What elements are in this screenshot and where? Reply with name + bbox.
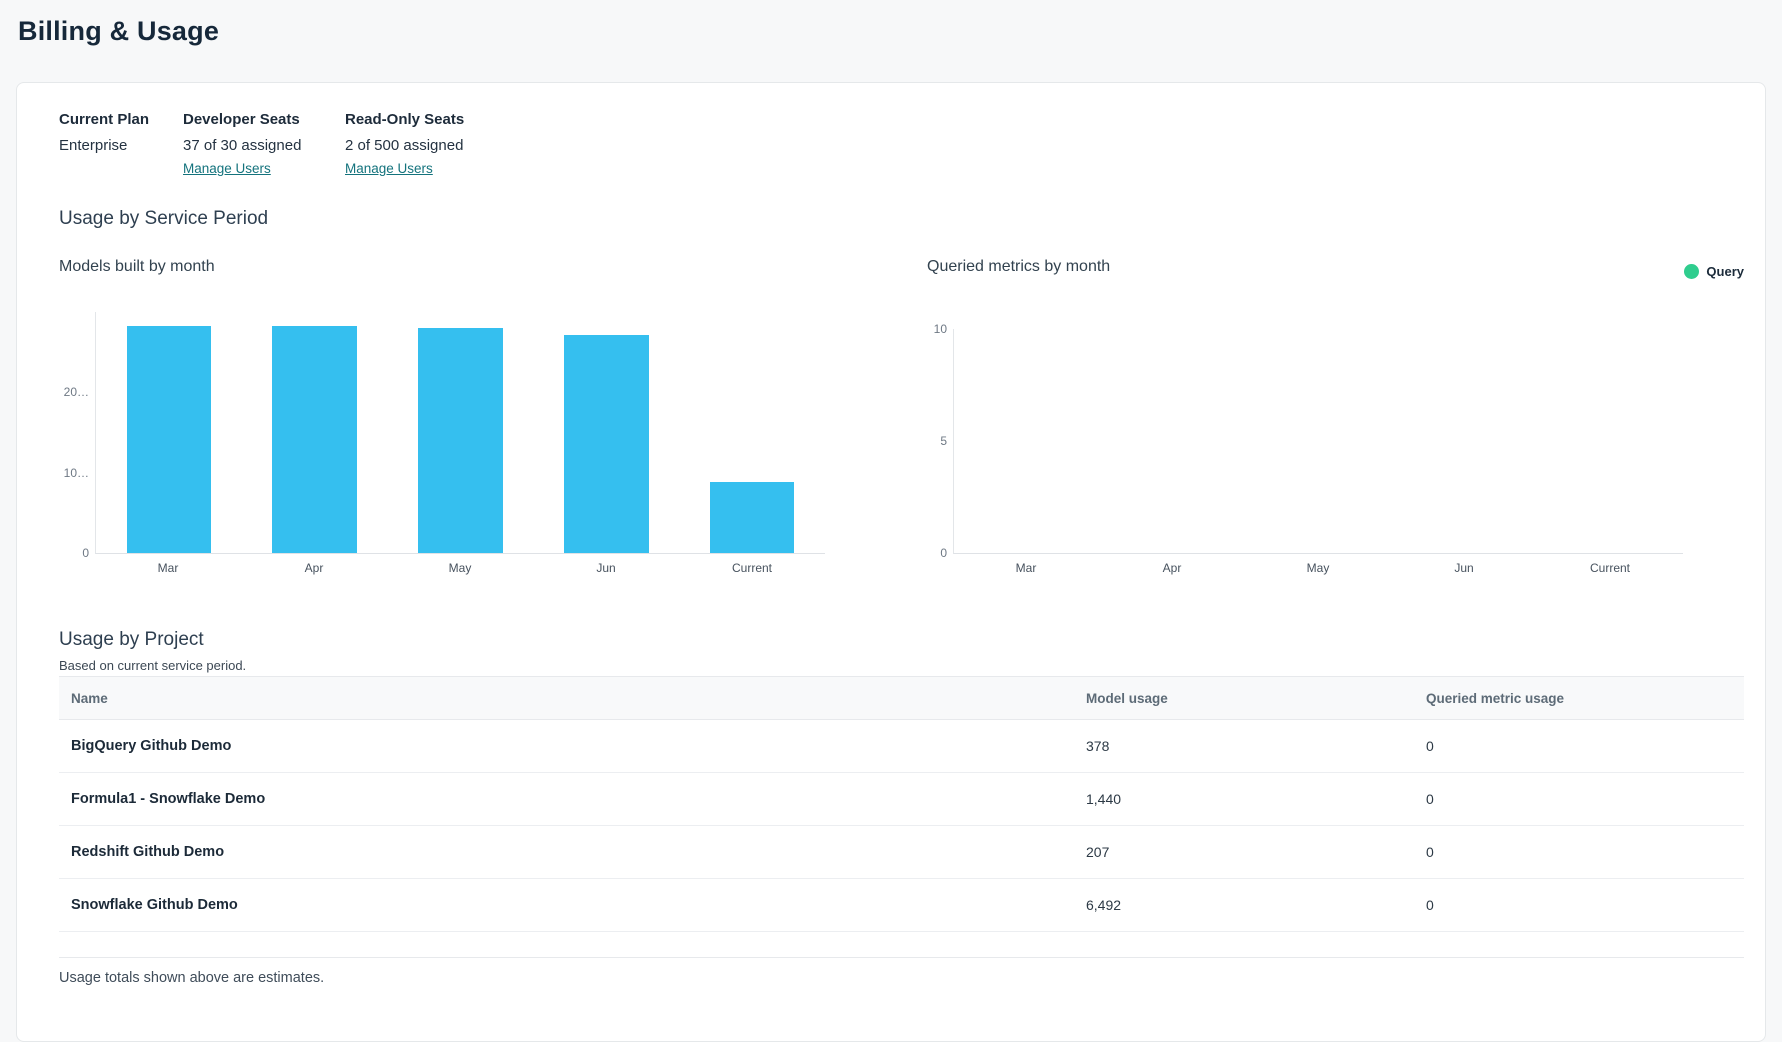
y-axis-tick-label: 10… [64, 466, 89, 480]
table-row: Redshift Github Demo2070 [59, 826, 1744, 879]
page-title: Billing & Usage [18, 16, 1782, 47]
queried-metric-usage-cell: 0 [1414, 844, 1744, 860]
bar-slot [954, 329, 1100, 553]
bar [564, 335, 649, 554]
x-axis-tick-label: May [387, 561, 533, 575]
table-row: Formula1 - Snowflake Demo1,4400 [59, 773, 1744, 826]
table-header-row: NameModel usageQueried metric usage [59, 677, 1744, 720]
usage-by-project-section: Usage by Project Based on current servic… [59, 629, 1744, 986]
usage-by-project-subheading: Based on current service period. [59, 658, 1744, 673]
models-built-chart: Models built by month 010…20… MarAprMayJ… [59, 258, 885, 575]
y-axis-tick-label: 0 [82, 546, 89, 560]
chart-legend: Query [1684, 264, 1744, 284]
y-axis-tick-label: 5 [940, 434, 947, 448]
y-axis-tick-label: 10 [934, 322, 947, 336]
bar-slot [1246, 329, 1392, 553]
bar-slot [1100, 329, 1246, 553]
project-name-cell: Formula1 - Snowflake Demo [59, 791, 1074, 807]
models-built-plot: 010…20… [95, 312, 825, 554]
x-axis-tick-label: Mar [95, 561, 241, 575]
queried-metrics-plot: 0510 [953, 329, 1683, 554]
bar [127, 326, 212, 553]
x-axis-tick-label: Jun [533, 561, 679, 575]
x-axis-tick-label: Apr [1099, 561, 1245, 575]
legend-label: Query [1706, 264, 1744, 279]
bar [418, 328, 503, 553]
bar [272, 326, 357, 553]
charts-row: Models built by month 010…20… MarAprMayJ… [59, 258, 1744, 575]
project-name-cell: BigQuery Github Demo [59, 738, 1074, 754]
queried-metrics-xaxis-labels: MarAprMayJunCurrent [953, 561, 1683, 575]
usage-by-project-heading: Usage by Project [59, 629, 1744, 651]
x-axis-tick-label: May [1245, 561, 1391, 575]
current-plan-block: Current Plan Enterprise [59, 111, 183, 178]
page-header: Billing & Usage [0, 0, 1782, 82]
legend-item-query[interactable]: Query [1684, 264, 1744, 279]
current-plan-value: Enterprise [59, 137, 183, 154]
bar-series [96, 312, 825, 553]
column-header-name: Name [59, 691, 1074, 706]
bar-slot [388, 312, 534, 553]
models-built-xaxis-labels: MarAprMayJunCurrent [95, 561, 825, 575]
project-name-cell: Snowflake Github Demo [59, 897, 1074, 913]
bar-series [954, 329, 1683, 553]
legend-dot-icon [1684, 264, 1699, 279]
usage-by-service-period-heading: Usage by Service Period [59, 208, 1744, 230]
bar-slot [1391, 329, 1537, 553]
current-plan-label: Current Plan [59, 111, 183, 128]
queried-metrics-chart-title: Queried metrics by month [927, 258, 1744, 276]
y-axis-tick-label: 0 [940, 546, 947, 560]
manage-users-link-readonly[interactable]: Manage Users [345, 161, 433, 176]
queried-metric-usage-cell: 0 [1414, 738, 1744, 754]
models-built-chart-title: Models built by month [59, 258, 885, 276]
usage-footnote: Usage totals shown above are estimates. [59, 970, 1744, 986]
project-name-cell: Redshift Github Demo [59, 844, 1074, 860]
y-axis-tick-label: 20… [64, 385, 89, 399]
developer-seats-label: Developer Seats [183, 111, 345, 128]
model-usage-cell: 378 [1074, 738, 1414, 754]
x-axis-tick-label: Current [679, 561, 825, 575]
readonly-seats-label: Read-Only Seats [345, 111, 464, 128]
queried-metric-usage-cell: 0 [1414, 791, 1744, 807]
model-usage-cell: 1,440 [1074, 791, 1414, 807]
table-row: Snowflake Github Demo6,4920 [59, 879, 1744, 932]
developer-seats-block: Developer Seats 37 of 30 assigned Manage… [183, 111, 345, 178]
model-usage-cell: 207 [1074, 844, 1414, 860]
bar [710, 482, 795, 553]
x-axis-tick-label: Jun [1391, 561, 1537, 575]
model-usage-cell: 6,492 [1074, 897, 1414, 913]
bar-slot [96, 312, 242, 553]
bar-slot [242, 312, 388, 553]
usage-by-project-table-body: BigQuery Github Demo3780Formula1 - Snowf… [59, 720, 1744, 932]
x-axis-tick-label: Mar [953, 561, 1099, 575]
usage-by-project-table: NameModel usageQueried metric usage BigQ… [59, 676, 1744, 958]
column-header-model-usage: Model usage [1074, 691, 1414, 706]
column-header-queried-metric-usage: Queried metric usage [1414, 691, 1744, 706]
queried-metrics-chart: Queried metrics by month 0510 MarAprMayJ… [885, 258, 1744, 575]
bar-slot [1537, 329, 1683, 553]
manage-users-link-developer[interactable]: Manage Users [183, 161, 271, 176]
developer-seats-value: 37 of 30 assigned [183, 137, 345, 154]
plan-summary: Current Plan Enterprise Developer Seats … [59, 111, 1744, 178]
bar-slot [533, 312, 679, 553]
billing-usage-card: Current Plan Enterprise Developer Seats … [16, 82, 1766, 1042]
queried-metric-usage-cell: 0 [1414, 897, 1744, 913]
table-footer-space [59, 932, 1744, 958]
x-axis-tick-label: Apr [241, 561, 387, 575]
x-axis-tick-label: Current [1537, 561, 1683, 575]
readonly-seats-value: 2 of 500 assigned [345, 137, 464, 154]
table-row: BigQuery Github Demo3780 [59, 720, 1744, 773]
bar-slot [679, 312, 825, 553]
readonly-seats-block: Read-Only Seats 2 of 500 assigned Manage… [345, 111, 464, 178]
